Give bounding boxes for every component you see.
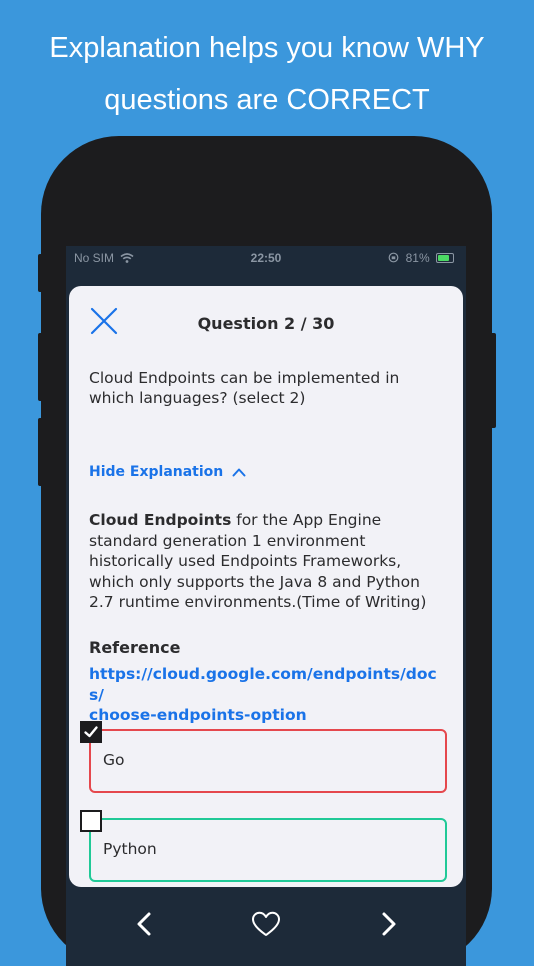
headline-line-1: Explanation helps you know WHY <box>49 32 485 64</box>
previous-question-button[interactable] <box>128 907 162 941</box>
next-question-button[interactable] <box>371 907 405 941</box>
checkmark-icon <box>84 726 98 738</box>
hide-explanation-button[interactable]: Hide Explanation <box>89 464 246 480</box>
battery-charging-icon <box>436 253 454 263</box>
answer-option-python[interactable]: Python <box>89 818 447 882</box>
chevron-up-icon <box>232 468 246 477</box>
answer-option-label: Python <box>103 840 157 858</box>
question-card: Question 2 / 30 Cloud Endpoints can be i… <box>69 286 463 887</box>
status-bar: No SIM 22:50 81% <box>66 246 466 270</box>
headline: Explanation helps you know WHY questions… <box>0 22 534 126</box>
reference-link-line-1: https://cloud.google.com/endpoints/docs/ <box>89 665 437 704</box>
battery-fill <box>438 255 450 261</box>
question-text: Cloud Endpoints can be implemented in wh… <box>89 369 400 407</box>
answer-option-label: Go <box>103 751 125 769</box>
reference-link-line-2: choose-endpoints-option <box>89 706 307 724</box>
heart-icon <box>252 911 280 936</box>
bottom-navigation <box>66 887 466 966</box>
explanation-term: Cloud Endpoints <box>89 511 232 529</box>
battery-percent: 81% <box>405 251 430 265</box>
hide-explanation-label: Hide Explanation <box>89 464 224 480</box>
favorite-button[interactable] <box>249 907 283 941</box>
answer-option-go[interactable]: Go <box>89 729 447 793</box>
status-right: 81% <box>388 251 454 265</box>
orientation-lock-icon <box>388 252 399 263</box>
answer-checkbox-go[interactable] <box>80 721 102 743</box>
reference-link[interactable]: https://cloud.google.com/endpoints/docs/… <box>89 664 449 726</box>
headline-line-2: questions are CORRECT <box>104 84 430 116</box>
phone-screen: No SIM 22:50 81% Question 2 / 30 Cloud E… <box>66 246 466 966</box>
question-counter: Question 2 / 30 <box>197 314 335 333</box>
reference-label: Reference <box>89 638 181 657</box>
chevron-right-icon <box>382 912 396 936</box>
explanation-text: Cloud Endpoints for the App Engine stand… <box>89 510 449 613</box>
chevron-left-icon <box>137 912 151 936</box>
answer-checkbox-python[interactable] <box>80 810 102 832</box>
